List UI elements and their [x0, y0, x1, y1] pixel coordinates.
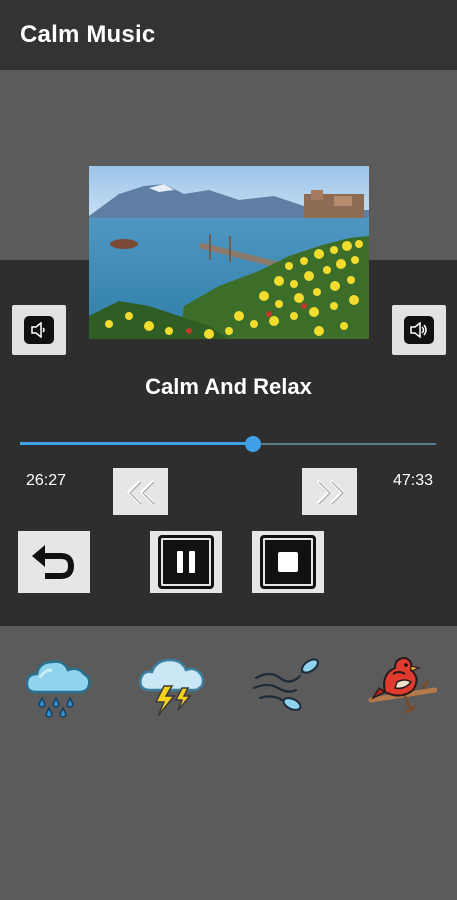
current-time: 26:27	[26, 472, 67, 489]
pause-icon	[158, 535, 214, 589]
volume-up-button[interactable]	[392, 305, 446, 355]
bird-on-branch-icon	[368, 656, 438, 714]
fast-forward-icon	[316, 479, 344, 504]
rain-sound-button[interactable]	[22, 648, 94, 720]
stop-icon	[260, 535, 316, 589]
replay-icon	[32, 545, 75, 579]
seek-thumb[interactable]	[244, 436, 261, 452]
volume-up-icon	[404, 316, 434, 344]
fast-forward-button[interactable]	[302, 468, 357, 515]
volume-down-button[interactable]	[12, 305, 66, 355]
app-title: Calm Music	[20, 21, 156, 48]
seek-progress	[20, 442, 253, 445]
app-bar: Calm Music	[0, 0, 457, 70]
total-time: 47:33	[392, 472, 433, 489]
seek-bar[interactable]	[20, 436, 436, 452]
rain-cloud-icon	[25, 660, 91, 718]
rewind-button[interactable]	[113, 468, 168, 515]
track-artwork	[89, 166, 369, 339]
rewind-icon	[126, 479, 154, 504]
volume-down-icon	[24, 316, 54, 344]
wind-sound-button[interactable]	[250, 648, 322, 720]
storm-sound-button[interactable]	[136, 648, 208, 720]
thunderstorm-icon	[139, 658, 205, 717]
stop-button[interactable]	[252, 531, 324, 593]
bird-sound-button[interactable]	[365, 648, 438, 720]
replay-button[interactable]	[18, 531, 90, 593]
track-title: Calm And Relax	[145, 374, 312, 399]
pause-button[interactable]	[150, 531, 222, 593]
wind-leaves-icon	[252, 658, 319, 711]
